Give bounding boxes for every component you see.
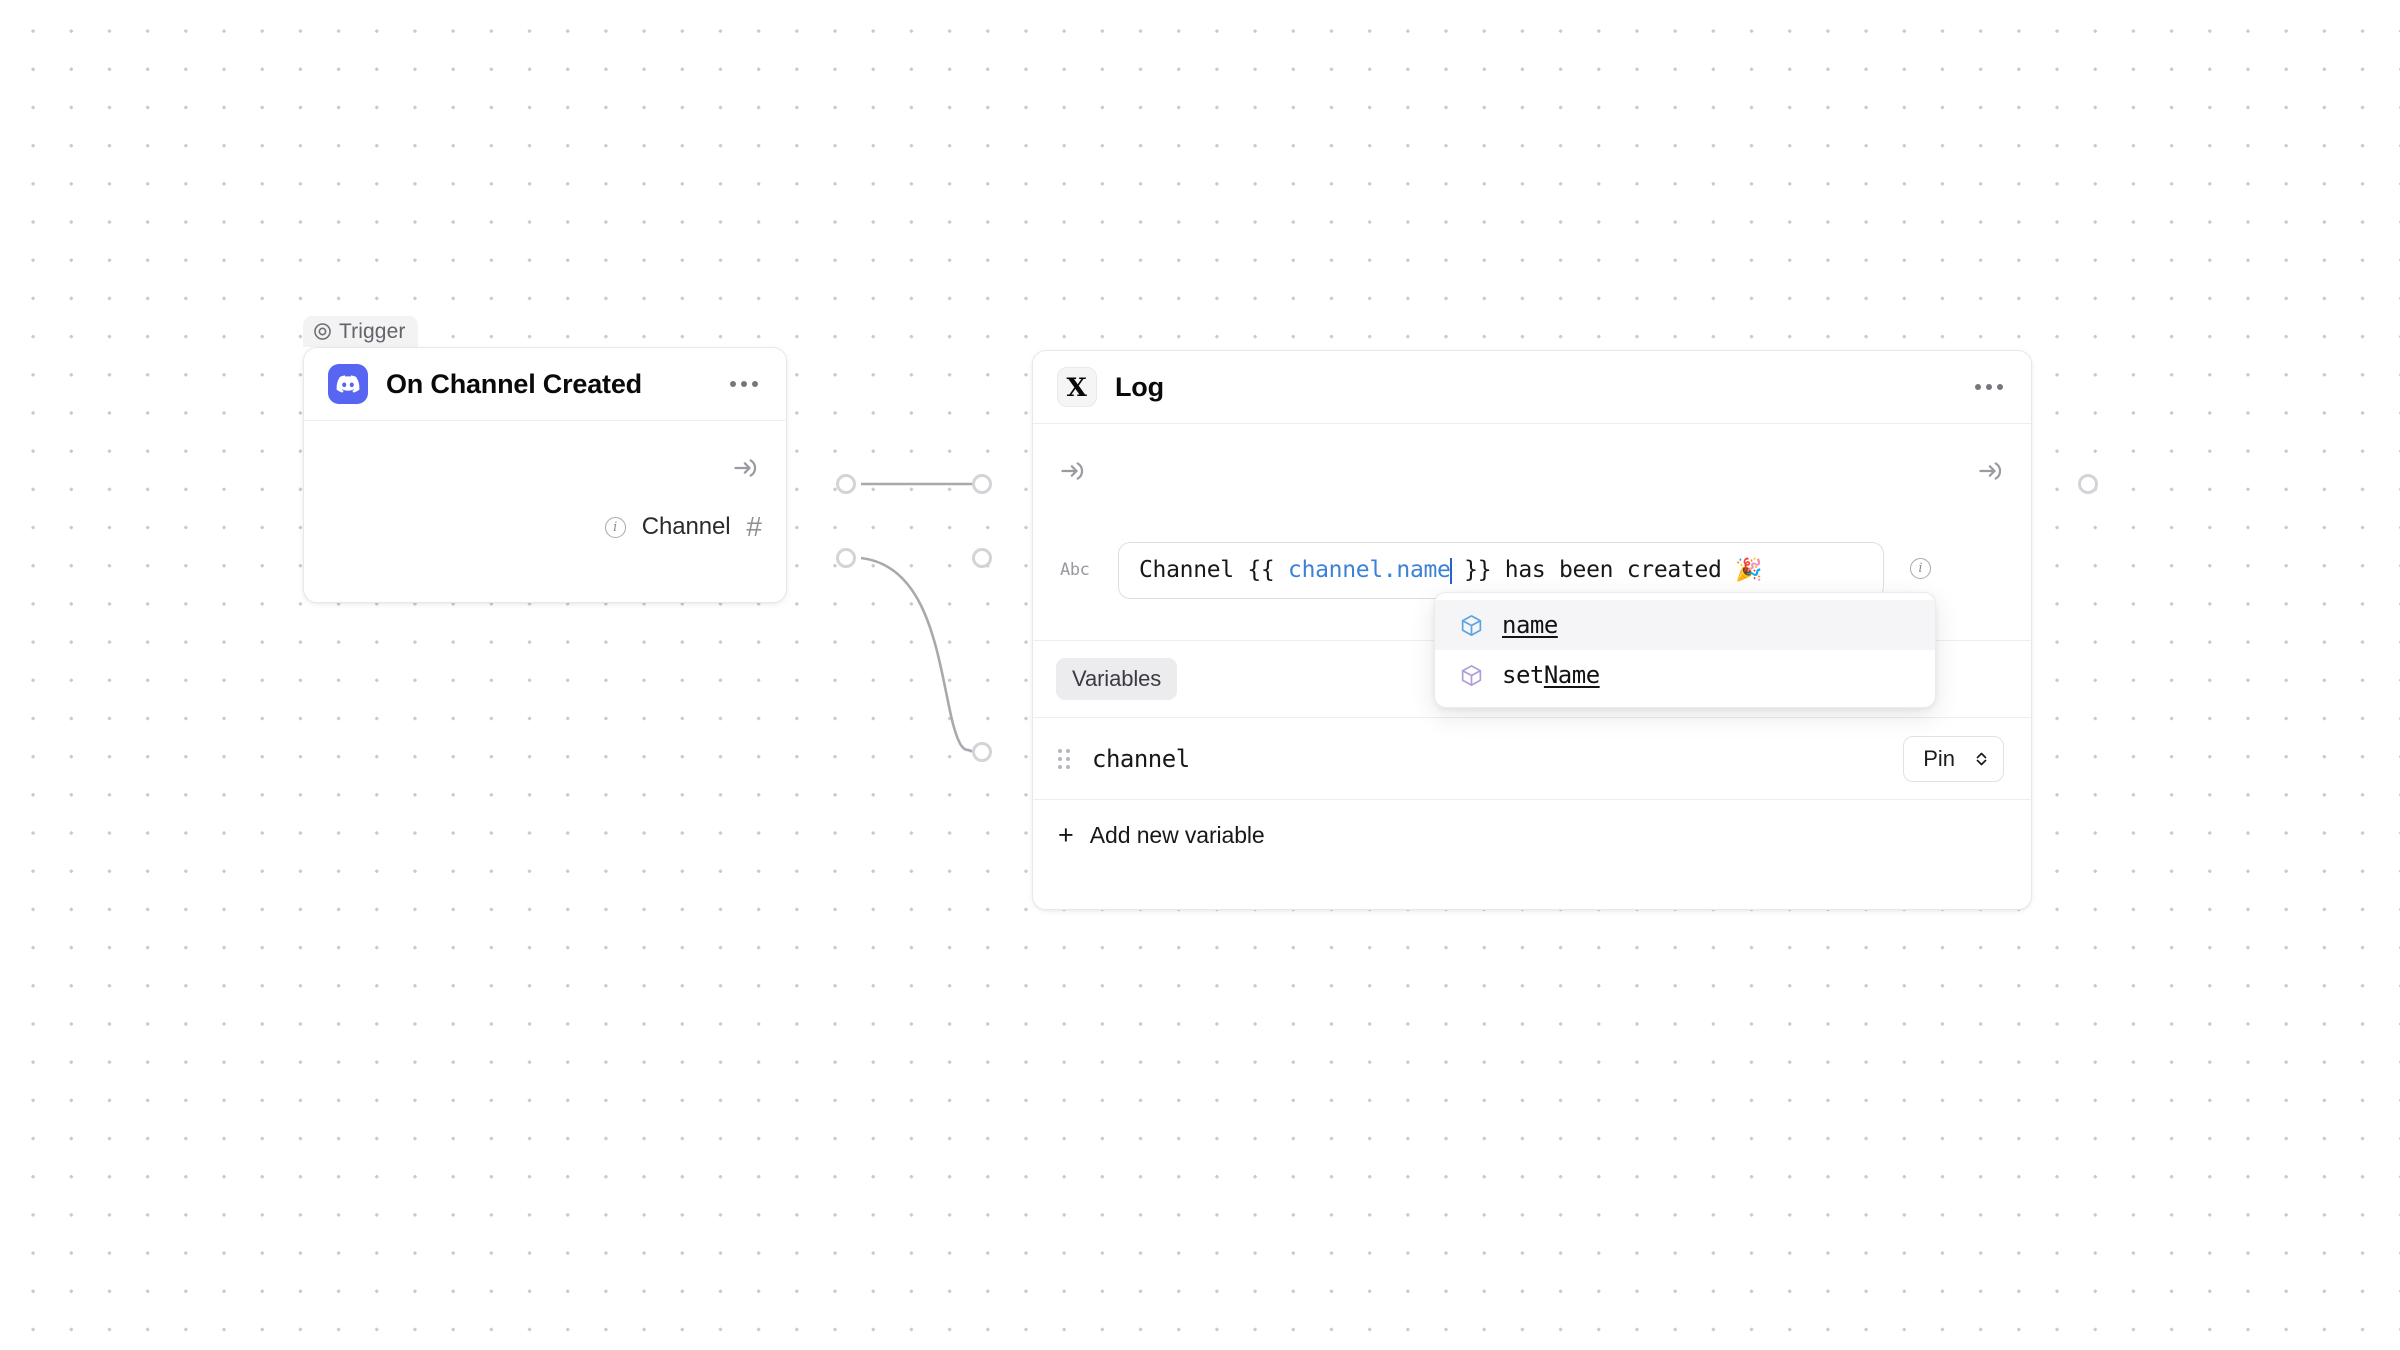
trigger-field-channel[interactable]: i Channel #	[604, 511, 762, 542]
message-variable-token: channel.name	[1288, 557, 1451, 583]
discord-icon	[328, 364, 368, 404]
node-on-channel-created[interactable]: On Channel Created i Channel #	[303, 347, 787, 603]
message-text-after: }} has been created	[1450, 557, 1736, 583]
port-trigger-output-field[interactable]	[836, 548, 856, 568]
autocomplete-item-setname[interactable]: setName	[1435, 650, 1935, 700]
trigger-input-port-icon[interactable]	[732, 454, 760, 482]
trigger-tab-label: Trigger	[339, 319, 406, 343]
message-info-button[interactable]: i	[1910, 558, 1931, 579]
tab-variables[interactable]: Variables	[1056, 658, 1178, 700]
drag-dots-icon[interactable]	[1058, 748, 1070, 769]
workflow-canvas[interactable]: Trigger On Channel Created i Channel # X…	[0, 0, 2400, 1350]
log-output-port-icon[interactable]	[1977, 457, 2005, 485]
log-node-title: Log	[1115, 371, 1164, 402]
autocomplete-item-name[interactable]: name	[1435, 600, 1935, 650]
plus-icon: +	[1058, 820, 1074, 850]
autocomplete-label: name	[1502, 611, 1558, 639]
add-new-variable-button[interactable]: + Add new variable	[1032, 799, 2032, 871]
target-icon	[314, 323, 331, 340]
variable-mode-value: Pin	[1923, 745, 1955, 771]
variable-mode-select[interactable]: Pin	[1903, 735, 2004, 782]
message-text-before: Channel {{	[1139, 557, 1289, 583]
port-log-input-field[interactable]	[972, 548, 992, 568]
port-log-output[interactable]	[2078, 474, 2098, 494]
trigger-node-menu-button[interactable]	[728, 373, 760, 395]
variable-autocomplete-dropdown[interactable]: name setName	[1434, 592, 1936, 708]
trigger-node-body: i Channel #	[304, 421, 786, 601]
info-icon[interactable]: i	[604, 516, 626, 538]
trigger-field-label: Channel	[641, 513, 731, 540]
trigger-tab[interactable]: Trigger	[303, 316, 419, 347]
port-log-input-top[interactable]	[972, 474, 992, 494]
log-input-port-icon[interactable]	[1059, 457, 1087, 485]
hash-icon: #	[746, 511, 762, 542]
party-popper-emoji: 🎉	[1735, 557, 1763, 583]
add-new-variable-label: Add new variable	[1089, 822, 1265, 848]
variable-name: channel	[1092, 744, 1190, 773]
message-type-label: Abc	[1060, 560, 1090, 580]
trigger-node-header: On Channel Created	[304, 348, 786, 421]
chevron-up-down-icon	[1976, 752, 1987, 765]
log-node-menu-button[interactable]	[1973, 376, 2005, 398]
port-log-variable-input[interactable]	[972, 742, 992, 762]
cube-icon	[1461, 614, 1482, 636]
variable-row-channel[interactable]: channel Pin	[1032, 717, 2032, 799]
log-node-header: X Log	[1033, 351, 2031, 424]
message-input[interactable]: Channel {{ channel.name }} has been crea…	[1118, 542, 1884, 599]
x-logo-icon: X	[1057, 367, 1097, 407]
cube-icon	[1461, 664, 1482, 686]
trigger-node-title: On Channel Created	[386, 368, 642, 399]
autocomplete-label: setName	[1502, 661, 1600, 689]
port-trigger-output-top[interactable]	[836, 474, 856, 494]
